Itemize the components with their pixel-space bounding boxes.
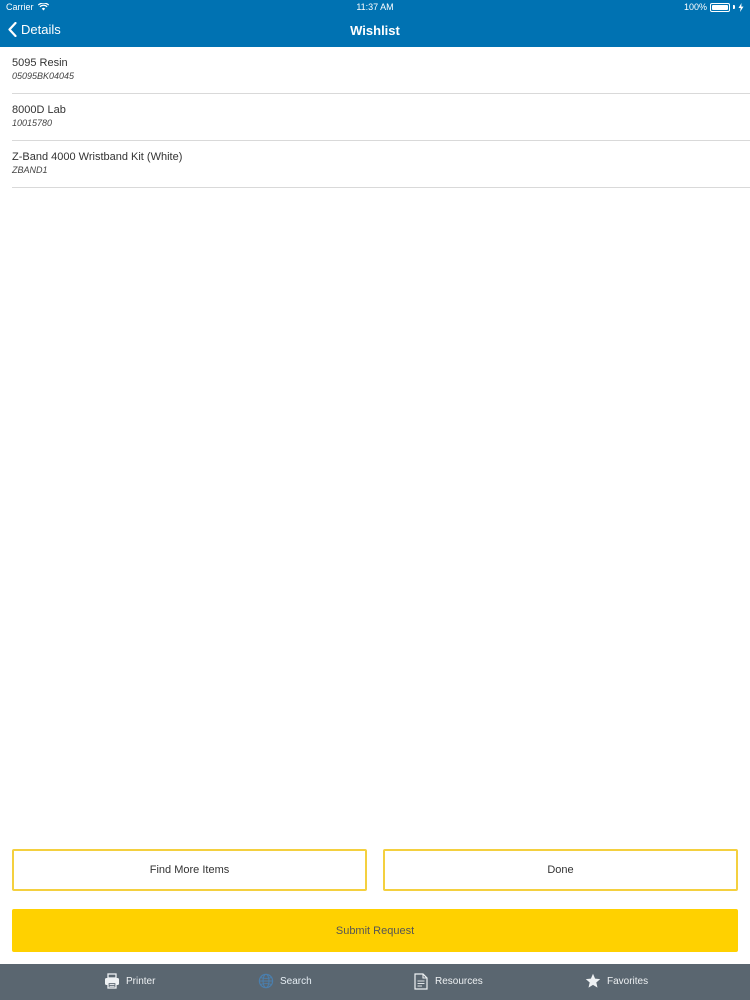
battery-icon bbox=[710, 2, 730, 12]
tab-search[interactable]: Search bbox=[258, 973, 312, 989]
list-item[interactable]: 8000D Lab 10015780 bbox=[12, 94, 750, 141]
star-icon bbox=[585, 973, 601, 989]
item-name: 8000D Lab bbox=[12, 104, 66, 116]
printer-icon bbox=[104, 973, 120, 989]
item-name: Z-Band 4000 Wristband Kit (White) bbox=[12, 151, 183, 163]
battery-percent: 100% bbox=[683, 2, 707, 12]
item-name: 5095 Resin bbox=[12, 57, 68, 69]
battery-indicator: 100% bbox=[684, 2, 744, 12]
page-title: Wishlist bbox=[350, 23, 400, 38]
tab-printer[interactable]: Printer bbox=[104, 973, 155, 989]
item-code: ZBAND1 bbox=[12, 165, 48, 175]
tab-resources-label: Resources bbox=[435, 976, 483, 987]
list-item[interactable]: Z-Band 4000 Wristband Kit (White) ZBAND1 bbox=[12, 141, 750, 188]
tab-search-label: Search bbox=[280, 975, 312, 987]
status-bar: Carrier 11:37 AM 100% bbox=[0, 0, 750, 15]
done-button[interactable]: Done bbox=[383, 849, 738, 891]
top-bar: Carrier 11:37 AM 100% Details Wishlist bbox=[0, 0, 750, 47]
tab-bar: Printer Search Resources Favorites bbox=[0, 964, 750, 1000]
battery-fill bbox=[712, 4, 728, 10]
submit-request-button[interactable]: Submit Request bbox=[12, 909, 738, 952]
clock: 11:37 AM bbox=[356, 2, 394, 12]
globe-icon bbox=[258, 973, 274, 989]
wishlist-screen: Carrier 11:37 AM 100% Details Wishlist 5… bbox=[0, 0, 750, 1000]
document-icon bbox=[414, 973, 429, 990]
navigation-bar: Details Wishlist bbox=[0, 15, 750, 47]
tab-favorites-label: Favorites bbox=[607, 975, 649, 987]
list-item[interactable]: 5095 Resin 05095BK04045 bbox=[12, 47, 750, 94]
item-code: 10015780 bbox=[12, 118, 53, 128]
item-code: 05095BK04045 bbox=[12, 71, 75, 81]
charging-bolt-icon bbox=[738, 2, 744, 12]
tab-printer-label: Printer bbox=[126, 975, 156, 987]
tab-resources[interactable]: Resources bbox=[414, 973, 483, 990]
wishlist-list: 5095 Resin 05095BK04045 8000D Lab 100157… bbox=[12, 47, 750, 188]
tab-favorites[interactable]: Favorites bbox=[585, 973, 648, 989]
battery-nub bbox=[733, 5, 735, 9]
find-more-items-button[interactable]: Find More Items bbox=[12, 849, 367, 891]
